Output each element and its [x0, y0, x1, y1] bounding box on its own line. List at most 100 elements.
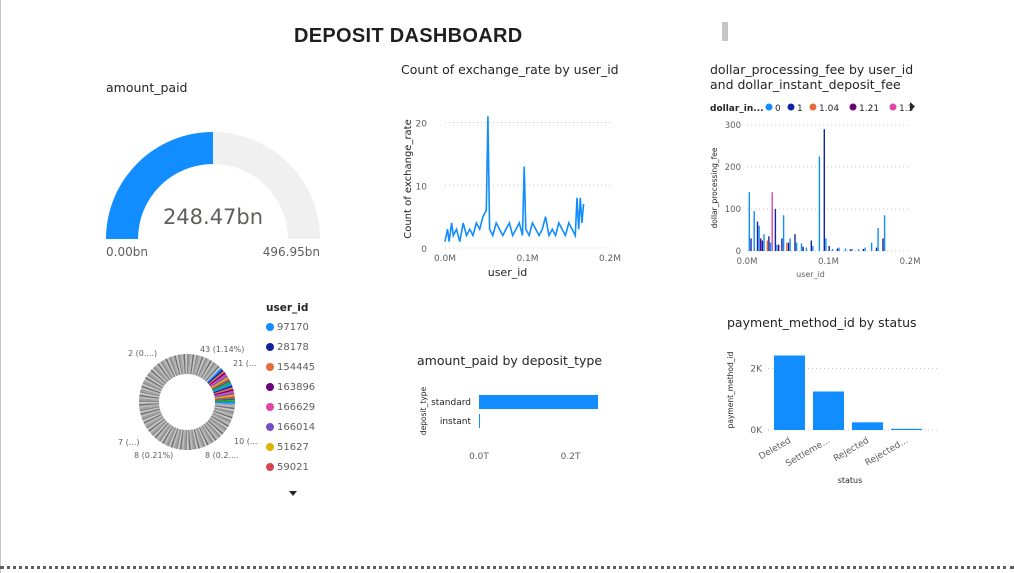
hbar-bar	[479, 414, 480, 428]
fee-chart-bar	[838, 247, 840, 251]
hbar-x-tick: 0.0T	[469, 452, 489, 462]
line-chart-x-label: user_id	[488, 266, 528, 279]
fee-chart-y-label: dollar_processing_fee	[710, 147, 719, 228]
legend-label: 166629	[277, 401, 316, 413]
deposit-type-chart[interactable]: standard instant 0.0T 0.2T deposit_type	[413, 378, 623, 468]
fee-chart-bar	[802, 246, 804, 251]
status-chart-x-label: status	[838, 476, 863, 485]
donut-legend-item[interactable]: 51627	[266, 437, 346, 457]
fee-chart-y-tick: 300	[725, 121, 741, 131]
line-chart-series	[444, 116, 585, 242]
fee-chart-bar	[857, 249, 860, 251]
canvas-left-border	[0, 0, 1, 573]
fee-chart-bar	[753, 211, 755, 251]
fee-legend-marker	[787, 103, 795, 111]
fee-chart-bar	[769, 242, 772, 251]
fee-legend-label: 1.21	[859, 104, 879, 114]
fee-chart-bar	[823, 129, 825, 251]
fee-chart-bar	[812, 246, 814, 251]
fee-chart-bar	[875, 247, 878, 251]
hbar-bar	[479, 395, 598, 409]
donut-legend-item[interactable]: 59021	[266, 457, 346, 477]
fee-chart-bar	[771, 192, 773, 251]
gauge-title: amount_paid	[106, 80, 188, 95]
legend-label: 59021	[277, 461, 309, 473]
fee-legend-label: 1.04	[819, 104, 839, 114]
donut-legend-item[interactable]: 163896	[266, 377, 346, 397]
fee-chart-x-label: user_id	[796, 270, 825, 279]
status-chart-title: payment_method_id by status	[727, 315, 917, 330]
donut-legend-item[interactable]: 166014	[266, 417, 346, 437]
donut-data-label: 2 (0....)	[128, 349, 157, 358]
fee-chart-bar	[750, 238, 752, 251]
fee-chart-y-tick: 200	[725, 163, 741, 173]
fee-chart-y-tick: 100	[725, 205, 741, 215]
gauge-max-label: 496.95bn	[263, 245, 320, 259]
donut-data-label: 7 (...)	[118, 438, 140, 447]
fee-chart[interactable]: dollar_in... 0 1 1.04 1.21 1.301002003000.0M 0…	[705, 97, 935, 283]
fee-legend-marker	[889, 103, 897, 111]
fee-chart-bar	[818, 156, 821, 251]
fee-chart-bar	[849, 249, 852, 251]
legend-scroll-down-icon[interactable]	[288, 490, 300, 498]
fee-chart-bar	[794, 234, 796, 251]
fee-chart-bar	[828, 246, 830, 251]
donut-chart[interactable]: 2 (0....) 43 (1.14%) 21 (... 7 (...) 10 (...…	[112, 340, 272, 465]
line-chart-x-tick: 0.1M	[516, 254, 538, 264]
donut-data-label: 10 (...	[234, 437, 257, 446]
line-chart-y-label: Count of exchange_rate	[403, 119, 414, 239]
donut-legend-item[interactable]: 166629	[266, 397, 346, 417]
fee-chart-x-tick: 0.1M	[818, 257, 839, 267]
legend-marker	[266, 343, 274, 351]
gauge-min-label: 0.00bn	[106, 245, 148, 259]
fee-chart-bar	[825, 238, 827, 251]
fee-chart-y-tick: 0	[736, 247, 741, 257]
fee-chart-bar	[781, 238, 783, 251]
status-chart-y-tick: 0K	[750, 426, 763, 436]
fee-chart-bar	[766, 240, 768, 251]
fee-chart-bar	[768, 236, 770, 251]
donut-legend-item[interactable]: 154445	[266, 357, 346, 377]
line-chart-x-tick: 0.0M	[434, 254, 456, 264]
legend-label: 166014	[277, 421, 316, 433]
fee-chart-bar	[851, 248, 853, 251]
fee-chart-bar	[877, 227, 879, 251]
fee-chart-bar	[789, 238, 791, 251]
fee-chart-bar	[760, 238, 762, 251]
status-chart-bar	[891, 428, 922, 430]
donut-data-label: 8 (0.21%)	[134, 451, 173, 460]
fee-chart-title: dollar_processing_fee by user_id and dol…	[710, 62, 914, 92]
hbar-x-tick: 0.2T	[561, 452, 581, 462]
gauge-visual[interactable]: 248.47bn 0.00bn 496.95bn	[100, 125, 340, 265]
status-chart-y-label: payment_method_id	[726, 351, 735, 428]
legend-label: 163896	[277, 381, 316, 393]
scrollbar-thumb[interactable]	[722, 22, 728, 41]
gauge-value-label: 248.47bn	[163, 205, 263, 229]
donut-legend-item[interactable]: 97170	[266, 317, 346, 337]
fee-chart-x-tick: 0.2M	[900, 257, 921, 267]
status-chart-bar	[774, 355, 805, 430]
fee-chart-bar	[800, 243, 803, 251]
fee-chart-bar	[844, 248, 847, 251]
legend-marker	[266, 463, 274, 471]
fee-chart-bar	[776, 244, 778, 251]
line-chart-x-tick: 0.2M	[599, 254, 621, 264]
deposit-type-chart-title: amount_paid by deposit_type	[417, 353, 603, 368]
donut-data-label: 43 (1.14%)	[200, 345, 244, 354]
legend-label: 51627	[277, 441, 309, 453]
fee-chart-bar	[795, 242, 798, 251]
fee-chart-bar	[756, 221, 759, 251]
legend-marker	[266, 443, 274, 451]
legend-marker	[266, 403, 274, 411]
donut-legend-item[interactable]: 28178	[266, 337, 346, 357]
line-chart[interactable]: 0 10 20 0.0M 0.1M 0.2M user_id Count of exchang…	[395, 100, 625, 285]
fee-chart-bar	[782, 215, 785, 251]
fee-chart-bar	[836, 248, 839, 251]
fee-legend-marker	[765, 103, 773, 111]
hbar-y-label: deposit_type	[419, 387, 428, 436]
legend-label: 154445	[277, 361, 316, 373]
fee-chart-bar	[864, 247, 866, 251]
fee-legend-marker	[849, 103, 857, 111]
status-chart[interactable]: 0K2KDeletedSettleme... RejectedRejected..…	[720, 338, 950, 490]
canvas-bottom-border	[0, 566, 1014, 569]
